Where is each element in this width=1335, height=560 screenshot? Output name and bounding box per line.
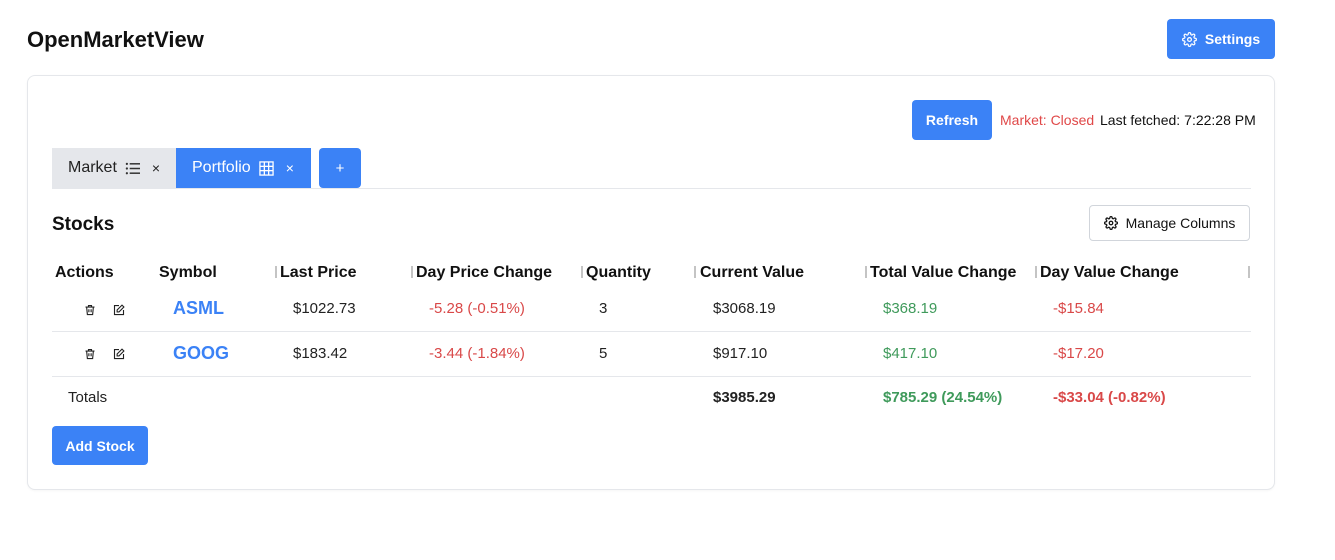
last-price-cell: $183.42 [293, 345, 348, 362]
refresh-button[interactable]: Refresh [912, 100, 992, 140]
day-price-change-cell: -3.44 (-1.84%) [429, 345, 525, 362]
add-stock-button[interactable]: Add Stock [52, 426, 148, 465]
section-title: Stocks [52, 214, 115, 235]
column-header-last-price[interactable]: Last Price [280, 264, 356, 282]
last-fetched-time: 7:22:28 PM [1184, 112, 1256, 128]
totals-total-value-change: $785.29 (24.54%) [883, 389, 1003, 406]
day-value-change-cell: -$15.84 [1053, 300, 1104, 317]
last-fetched: Last fetched: 7:22:28 PM [1100, 112, 1256, 128]
tab-label: Portfolio [192, 159, 251, 176]
tab-market[interactable]: Market × [52, 148, 176, 188]
totals-current-value: $3985.29 [713, 389, 776, 406]
settings-button[interactable]: Settings [1167, 19, 1275, 59]
day-value-change-cell: -$17.20 [1053, 345, 1104, 362]
quantity-cell: 3 [599, 300, 608, 317]
stock-symbol-link[interactable]: ASML [173, 298, 224, 319]
quantity-cell: 5 [599, 345, 608, 362]
tab-portfolio[interactable]: Portfolio × [176, 148, 311, 188]
gear-icon [1103, 216, 1118, 230]
tab-label: Market [68, 159, 117, 176]
column-header-total-value-change[interactable]: Total Value Change [870, 264, 1016, 282]
last-price-cell: $1022.73 [293, 300, 356, 317]
manage-columns-label: Manage Columns [1125, 215, 1236, 231]
edit-icon[interactable] [113, 348, 125, 360]
trash-icon[interactable] [84, 348, 96, 360]
list-icon [125, 162, 140, 174]
column-resize-handle[interactable] [1248, 266, 1250, 278]
portfolio-card: Refresh Market: Closed Last fetched: 7:22… [27, 75, 1275, 490]
tab-close-button[interactable]: × [286, 160, 294, 176]
column-resize-handle[interactable] [581, 266, 583, 278]
totals-label: Totals [68, 389, 108, 406]
trash-icon[interactable] [84, 304, 96, 316]
column-resize-handle[interactable] [1035, 266, 1037, 278]
add-tab-button[interactable]: + [319, 148, 361, 188]
column-resize-handle[interactable] [275, 266, 277, 278]
day-price-change-cell: -5.28 (-0.51%) [429, 300, 525, 317]
tab-close-button[interactable]: × [152, 160, 160, 176]
table-row: GOOG $183.42 -3.44 (-1.84%) 5 $917.10 $4… [52, 332, 1251, 377]
column-header-quantity[interactable]: Quantity [586, 264, 651, 282]
market-status: Market: Closed [1000, 112, 1095, 128]
column-header-day-value-change[interactable]: Day Value Change [1040, 264, 1179, 282]
current-value-cell: $917.10 [713, 345, 768, 362]
column-header-day-price-change[interactable]: Day Price Change [416, 264, 552, 282]
total-value-change-cell: $417.10 [883, 345, 938, 362]
total-value-change-cell: $368.19 [883, 300, 938, 317]
stock-symbol-link[interactable]: GOOG [173, 343, 229, 364]
column-resize-handle[interactable] [865, 266, 867, 278]
column-header-symbol[interactable]: Symbol [159, 264, 217, 282]
totals-day-value-change: -$33.04 (-0.82%) [1053, 389, 1166, 406]
table-row: ASML $1022.73 -5.28 (-0.51%) 3 $3068.19 … [52, 287, 1251, 332]
column-resize-handle[interactable] [694, 266, 696, 278]
grid-icon [258, 160, 274, 176]
edit-icon[interactable] [113, 304, 125, 316]
column-header-actions[interactable]: Actions [55, 264, 114, 282]
manage-columns-button[interactable]: Manage Columns [1089, 205, 1250, 241]
last-fetched-label: Last fetched: [1100, 112, 1181, 128]
column-resize-handle[interactable] [411, 266, 413, 278]
totals-row: Totals $3985.29 $785.29 (24.54%) -$33.04… [52, 376, 1251, 421]
app-title: OpenMarketView [27, 27, 204, 52]
current-value-cell: $3068.19 [713, 300, 776, 317]
settings-label: Settings [1204, 31, 1261, 47]
gear-icon [1181, 31, 1197, 47]
tab-bar: Market × Portfolio × + [52, 148, 1251, 189]
column-header-current-value[interactable]: Current Value [700, 264, 804, 282]
